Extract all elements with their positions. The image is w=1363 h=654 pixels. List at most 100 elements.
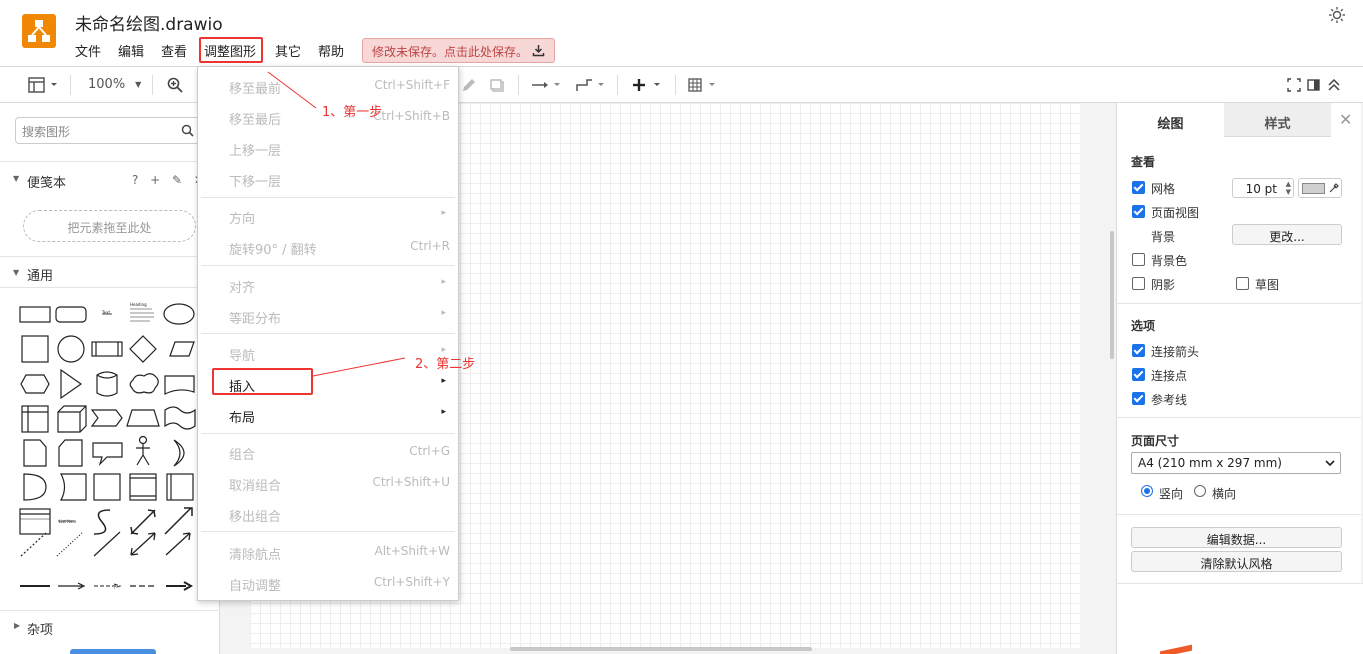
tab-style[interactable]: 样式 — [1224, 103, 1331, 137]
section-divider — [0, 161, 220, 162]
menu-extras[interactable]: 其它 — [275, 41, 301, 60]
vertical-scrollbar[interactable] — [1110, 231, 1114, 359]
portrait-label: 竖向 — [1159, 487, 1184, 501]
shadow-checkbox[interactable] — [1132, 277, 1145, 290]
menu-item-label: 清除航点 — [229, 548, 282, 563]
page-size-select[interactable]: A4 (210 mm x 297 mm) — [1131, 452, 1341, 474]
eyedropper-icon — [1329, 183, 1339, 193]
search-input[interactable]: 搜索图形 — [15, 117, 201, 144]
line-color-button[interactable] — [461, 67, 477, 102]
unsaved-changes-button[interactable]: 修改未保存。点击此处保存。 — [362, 38, 555, 63]
layout-panel-icon — [28, 76, 57, 93]
menu-item-align[interactable]: 对齐 ▸ — [198, 269, 458, 300]
menu-item-rotate-flip[interactable]: 旋转90° / 翻转 Ctrl+R — [198, 231, 458, 262]
format-panel-toggle[interactable] — [28, 67, 58, 102]
collapse-button[interactable] — [1327, 67, 1341, 102]
menu-item-distribute[interactable]: 等距分布 ▸ — [198, 300, 458, 331]
change-background-button[interactable]: 更改... — [1232, 224, 1342, 245]
menu-item-shortcut: Ctrl+Shift+F — [374, 78, 450, 92]
horizontal-scrollbar[interactable] — [510, 647, 812, 651]
actor-shape — [136, 444, 150, 466]
portrait-radio[interactable] — [1141, 485, 1153, 497]
grid-checkbox[interactable] — [1132, 181, 1145, 194]
section-divider — [0, 610, 220, 611]
toolbar-separator — [152, 75, 153, 95]
edit-data-button[interactable]: 编辑数据... — [1131, 527, 1342, 548]
delay-shape — [23, 473, 47, 501]
menu-item-group[interactable]: 组合 Ctrl+G — [198, 436, 458, 467]
menu-item-send-backward[interactable]: 下移一层 — [198, 163, 458, 194]
chevron-right-icon: ▸ — [441, 308, 446, 318]
view-section-title: 查看 — [1131, 155, 1156, 169]
theme-sun-icon[interactable] — [1328, 6, 1346, 24]
chevron-double-up-icon — [1328, 78, 1340, 91]
format-toggle-button[interactable] — [1307, 67, 1321, 102]
stepper-icon[interactable]: ▲ ▼ — [1286, 180, 1291, 196]
section-divider — [1117, 303, 1363, 304]
menu-item-direction[interactable]: 方向 ▸ — [198, 200, 458, 231]
insert-highlight-box — [212, 368, 313, 395]
menu-item-ungroup[interactable]: 取消组合 Ctrl+Shift+U — [198, 467, 458, 498]
sidebar-right-icon — [1307, 78, 1320, 91]
page-size-section-title: 页面尺寸 — [1131, 434, 1180, 448]
section-divider — [1117, 417, 1363, 418]
menu-item-shortcut: Ctrl+Shift+Y — [373, 575, 450, 589]
menu-item-bring-forward[interactable]: 上移一层 — [198, 132, 458, 163]
bg-color-checkbox[interactable] — [1132, 253, 1145, 266]
triangle-shape — [60, 368, 83, 400]
page-view-checkbox[interactable] — [1132, 205, 1145, 218]
menu-item-autosize[interactable]: 自动调整 Ctrl+Shift+Y — [198, 567, 458, 598]
grid-size-input[interactable]: 10 pt ▲ ▼ — [1232, 178, 1294, 198]
menu-separator — [201, 433, 455, 434]
section-divider — [1117, 514, 1363, 515]
menu-edit[interactable]: 编辑 — [118, 41, 144, 60]
menu-file[interactable]: 文件 — [75, 41, 101, 60]
grid-color-picker[interactable] — [1298, 178, 1342, 198]
tab-diagram[interactable]: 绘图 — [1117, 103, 1224, 137]
menu-help[interactable]: 帮助 — [318, 41, 344, 60]
chevron-right-icon: ▸ — [441, 376, 446, 386]
menu-item-layout[interactable]: 布局 ▸ — [198, 399, 458, 430]
general-shapes-palette[interactable]: Text Heading List Item — [14, 296, 214, 606]
section-divider — [0, 256, 220, 257]
close-icon[interactable]: ✕ — [1339, 110, 1352, 129]
menu-view[interactable]: 查看 — [161, 41, 187, 60]
clear-default-style-button[interactable]: 清除默认风格 — [1131, 551, 1342, 572]
menu-separator — [201, 531, 455, 532]
connection-points-checkbox[interactable] — [1132, 368, 1145, 381]
sketch-checkbox[interactable] — [1236, 277, 1249, 290]
waypoints-button[interactable] — [575, 67, 607, 102]
more-shapes-button[interactable] — [70, 649, 156, 654]
fullscreen-button[interactable] — [1287, 67, 1301, 102]
document-title[interactable]: 未命名绘图.drawio — [75, 10, 223, 35]
misc-section-title[interactable]: 杂项 — [27, 619, 53, 638]
chevron-down-icon[interactable]: ▼ — [13, 174, 19, 183]
connection-style-button[interactable] — [531, 67, 563, 102]
zoom-value: 100% — [88, 77, 126, 92]
scratchpad-drop-zone[interactable]: 把元素拖至此处 — [23, 210, 196, 242]
menu-item-clear-waypoints[interactable]: 清除航点 Alt+Shift+W — [198, 536, 458, 567]
landscape-radio[interactable] — [1194, 485, 1206, 497]
general-section-title[interactable]: 通用 — [27, 265, 53, 284]
circle-shape — [57, 335, 85, 363]
menu-item-remove-from-group[interactable]: 移出组合 — [198, 498, 458, 529]
menu-item-bring-to-front[interactable]: 移至最前 Ctrl+Shift+F — [198, 70, 458, 101]
drawio-logo-icon — [22, 14, 56, 48]
trapezoid-shape — [126, 409, 160, 427]
callout-shape — [92, 442, 123, 467]
rounded-rectangle-shape — [55, 306, 87, 323]
zoom-select[interactable]: 100% ▼ — [88, 67, 141, 102]
format-panel: 绘图 样式 ✕ 查看 网格 10 pt ▲ ▼ 页面视图 背景 更改... 背景色… — [1116, 103, 1363, 654]
connection-arrows-checkbox[interactable] — [1132, 344, 1145, 357]
table-button[interactable] — [688, 67, 720, 102]
options-section-title: 选项 — [1131, 319, 1156, 333]
menu-item-label: 上移一层 — [229, 144, 282, 159]
zoom-in-button[interactable] — [167, 67, 183, 102]
fullscreen-icon — [1287, 77, 1301, 92]
chevron-down-icon[interactable]: ▼ — [13, 268, 19, 277]
scratchpad-title[interactable]: 便笺本 — [27, 172, 66, 191]
shadow-button[interactable] — [489, 67, 505, 102]
insert-button[interactable] — [631, 67, 665, 102]
chevron-right-icon[interactable]: ▶ — [14, 621, 20, 630]
guides-checkbox[interactable] — [1132, 392, 1145, 405]
